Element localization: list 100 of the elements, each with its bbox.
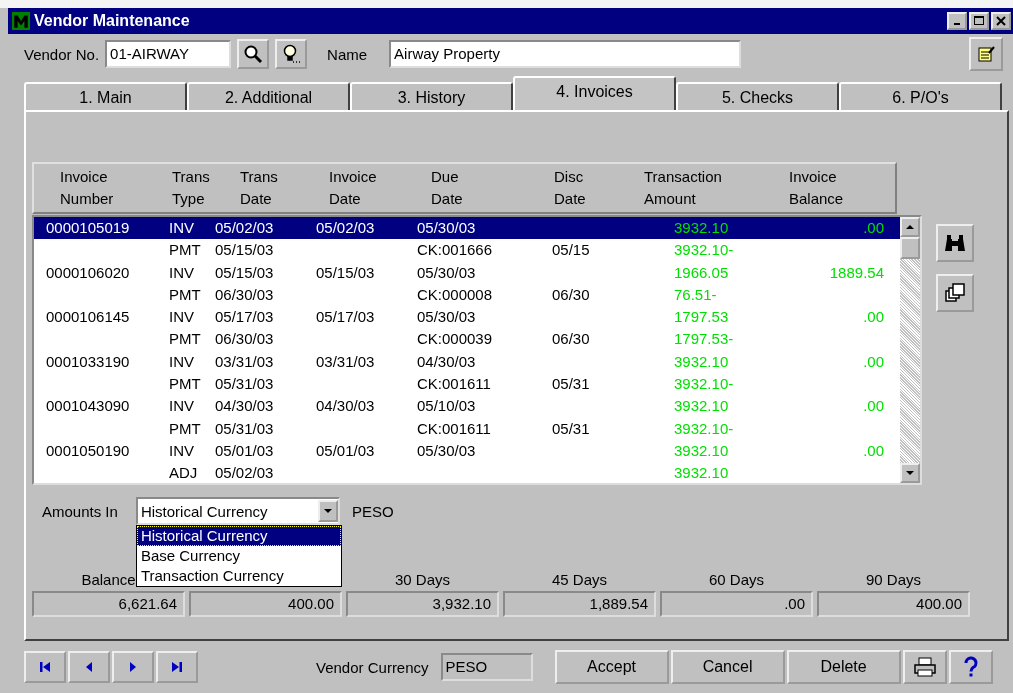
table-cell: 03/31/03 [215,352,274,370]
print-button[interactable] [902,650,947,684]
dropdown-arrow-icon[interactable] [323,507,332,515]
table-cell: 1889.54 [829,263,884,281]
table-cell: 3932.10- [674,241,734,259]
table-cell: 05/02/03 [215,464,274,482]
vendor-currency-label: Vendor Currency [316,658,429,676]
table-cell: .00 [863,352,884,370]
table-cell: 1797.53 [674,308,729,326]
name-field[interactable]: Airway Property [389,40,742,68]
table-cell: CK:001666 [417,241,493,259]
help-button[interactable] [948,650,993,684]
column-header: Trans Date [240,167,279,209]
maximize-button[interactable] [969,12,989,30]
action-button[interactable]: Cancel [670,650,785,684]
table-cell: 05/15/03 [215,241,274,259]
column-header: Invoice Date [329,167,378,209]
next-button[interactable] [112,651,154,683]
action-button[interactable]: Accept [554,650,669,684]
table-row[interactable]: 0001043090 INV 04/30/03 04/30/03 05/10/03 3932.10 .00 [34,395,900,418]
tab[interactable]: 2. Additional [187,82,350,110]
dropdown-option[interactable]: Historical Currency [136,526,341,546]
table-row[interactable]: ADJ 05/02/03 3932.10 [34,462,900,483]
close-button[interactable] [991,12,1011,30]
minimize-icon [954,23,960,25]
dropdown-option[interactable]: Transaction Currency [136,566,341,586]
scroll-down-icon[interactable] [906,469,914,477]
currency-code: PESO [351,502,394,520]
scrollbar-thumb[interactable] [900,237,920,259]
table-cell: 1797.53- [674,330,734,348]
currency-dropdown[interactable]: Historical Currency [135,497,340,525]
table-cell: 04/30/03 [316,397,375,415]
aging-amount: 6,621.64 [32,591,185,617]
table-cell: 05/31 [552,375,590,393]
table-row[interactable]: PMT 05/31/03 CK:001611 05/31 3932.10- [34,417,900,440]
previous-button[interactable] [68,651,110,683]
aging-amount: 400.00 [189,591,342,617]
bulb-icon [281,44,302,64]
tab[interactable]: 6. P/O's [839,82,1002,110]
table-row[interactable]: 0000106020 INV 05/15/03 05/15/03 05/30/03 1966.05 1889.54 [34,261,900,284]
scroll-up-icon[interactable] [906,223,914,231]
table-cell: 05/31 [552,419,590,437]
aging-label: 60 Days [709,571,764,588]
table-cell: 0000105019 [46,219,130,236]
minimize-button[interactable] [947,12,967,30]
table-cell: 3932.10 [674,464,729,482]
table-cell: .00 [863,397,884,415]
last-icon [170,660,184,674]
table-cell: 05/31/03 [215,419,274,437]
tab[interactable]: 4. Invoices [513,76,676,110]
table-cell: 76.51- [674,285,717,303]
table-cell: 0001050190 [46,441,130,459]
column-header: Due Date [431,167,464,209]
table-cell: INV [169,441,194,459]
table-cell: CK:001611 [417,375,491,393]
table-cell: 05/02/03 [215,219,274,236]
column-header: Invoice Balance [789,167,845,209]
aging-amount: 400.00 [817,591,970,617]
table-row[interactable]: 0000106145 INV 05/17/03 05/17/03 05/30/03 1797.53 .00 [34,306,900,329]
aging-label: Balance [81,571,136,588]
table-row[interactable]: 0001050190 INV 05/01/03 05/01/03 05/30/03 3932.10 .00 [34,439,900,463]
window-title: Vendor Maintenance [34,12,191,30]
action-button[interactable]: Delete [786,650,901,684]
vendor-currency-field: PESO [440,653,533,681]
dropdown-option[interactable]: Base Currency [136,546,341,566]
table-cell: 05/17/03 [215,308,274,326]
find-button[interactable] [936,224,974,262]
table-row[interactable]: 0000105019 INV 05/02/03 05/02/03 05/30/03 3932.10 .00 [34,217,900,240]
column-header: Invoice Number [60,167,115,209]
table-row[interactable]: PMT 06/30/03 CK:000008 06/30 76.51- [34,283,900,307]
vendor-no-field[interactable]: 01-AIRWAY [105,40,232,68]
tab[interactable]: 1. Main [24,82,187,110]
scrollbar[interactable] [900,217,920,483]
table-row[interactable]: PMT 05/15/03 CK:001666 05/15 3932.10- [34,239,900,262]
copy-icon [944,282,966,304]
tab[interactable]: 5. Checks [676,82,839,110]
search-button[interactable] [237,39,270,69]
notepad-icon [976,44,996,64]
table-cell: 05/30/03 [417,308,476,326]
table-cell: 05/01/03 [215,441,274,459]
lookup-button[interactable] [275,39,308,69]
table-row[interactable]: PMT 05/31/03 CK:001611 05/31 3932.10- [34,373,900,396]
table-cell: 05/15/03 [215,263,274,281]
vendor-no-label: Vendor No. [24,45,100,63]
aging-label: 90 Days [866,571,921,588]
last-record-button[interactable] [156,651,198,683]
table-cell: PMT [169,330,201,348]
table-cell: 0000106145 [46,308,130,326]
table-cell: 03/31/03 [316,352,375,370]
close-icon [996,16,1006,26]
table-cell: INV [169,308,194,326]
table-row[interactable]: PMT 06/30/03 CK:000039 06/30 1797.53- [34,328,900,351]
first-record-button[interactable] [24,651,66,683]
printer-icon [912,657,937,677]
copy-button[interactable] [936,274,974,312]
table-cell: PMT [169,375,201,393]
table-cell: 06/30 [552,285,590,303]
notes-button[interactable] [969,37,1003,71]
table-cell: PMT [169,285,201,303]
table-row[interactable]: 0001033190 INV 03/31/03 03/31/03 04/30/03 3932.10 .00 [34,350,900,374]
